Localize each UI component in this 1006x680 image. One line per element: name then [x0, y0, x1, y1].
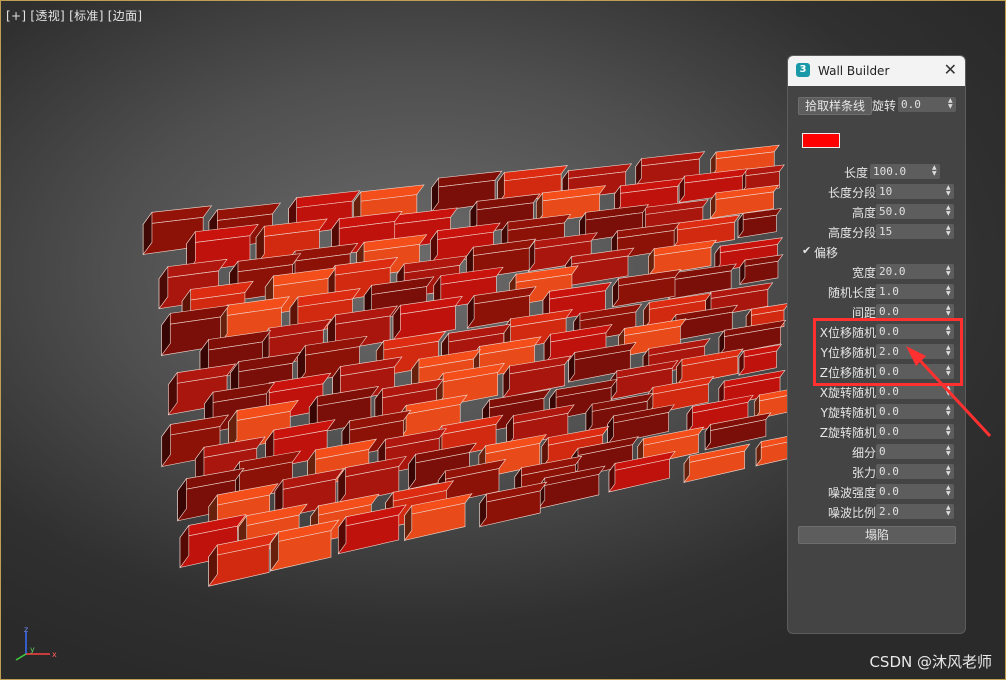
param-label: 细分 [851, 446, 876, 460]
spinner-arrows-icon[interactable]: ▲ ▼ [946, 445, 952, 457]
param-row: 长度 100.0 ▲ ▼ [788, 163, 967, 181]
panel-title: Wall Builder [818, 64, 890, 78]
param-row: 噪波比例 2.0 ▲ ▼ [788, 503, 967, 521]
watermark: CSDN @沐风老师 [869, 653, 992, 671]
param-row: 噪波强度 0.0 ▲ ▼ [788, 483, 967, 501]
rotate-value: 0.0 [901, 98, 921, 111]
param-value: 15 [879, 225, 893, 238]
param-value: 0.0 [879, 485, 899, 498]
param-spinner[interactable]: 50.0 ▲ ▼ [876, 204, 954, 219]
axis-gizmo-icon: z x y [15, 625, 57, 661]
param-row: 随机长度 1.0 ▲ ▼ [788, 283, 967, 301]
param-spinner[interactable]: 20.0 ▲ ▼ [876, 264, 954, 279]
spinner-arrows-icon[interactable]: ▲ ▼ [946, 505, 952, 517]
param-spinner[interactable]: 0.0 ▲ ▼ [876, 464, 954, 479]
spinner-arrows-icon[interactable]: ▲ ▼ [946, 385, 952, 397]
param-value: 100.0 [873, 165, 907, 178]
param-spinner[interactable]: 2.0 ▲ ▼ [876, 504, 954, 519]
spinner-arrows-icon[interactable]: ▲ ▼ [932, 165, 938, 177]
param-value: 0.0 [879, 465, 899, 478]
param-label: 高度分段 [827, 226, 876, 240]
highlight-box [813, 318, 963, 386]
param-value: 1.0 [879, 285, 899, 298]
param-spinner[interactable]: 0.0 ▲ ▼ [876, 304, 954, 319]
param-spinner[interactable]: 15 ▲ ▼ [876, 224, 954, 239]
param-label: 宽度 [851, 266, 876, 280]
color-swatch[interactable] [802, 133, 840, 148]
param-value: 10 [879, 185, 893, 198]
param-label: 噪波比例 [827, 506, 876, 520]
param-spinner[interactable]: 0.0 ▲ ▼ [876, 424, 954, 439]
param-row: Y旋转随机 0.0 ▲ ▼ [788, 403, 967, 421]
param-value: 2.0 [879, 505, 899, 518]
spinner-arrows-icon[interactable]: ▲ ▼ [946, 225, 952, 237]
param-label: 长度分段 [827, 186, 876, 200]
rotate-row: 旋转 0.0 ▲ ▼ [788, 96, 967, 114]
gizmo-z: z [24, 625, 28, 634]
param-label: 高度 [851, 206, 876, 220]
param-spinner[interactable]: 0.0 ▲ ▼ [876, 484, 954, 499]
param-row: 细分 0 ▲ ▼ [788, 443, 967, 461]
param-value: 50.0 [879, 205, 906, 218]
param-value: 0 [879, 445, 886, 458]
param-row: 长度分段 10 ▲ ▼ [788, 183, 967, 201]
param-value: 0.0 [879, 405, 899, 418]
param-label: 张力 [851, 466, 876, 480]
param-spinner[interactable]: 0 ▲ ▼ [876, 444, 954, 459]
param-label: Y旋转随机 [820, 406, 876, 420]
rotate-spinner[interactable]: 0.0 ▲ ▼ [898, 97, 956, 112]
gizmo-y: y [30, 645, 35, 654]
param-label: 长度 [843, 166, 868, 180]
param-spinner[interactable]: 10 ▲ ▼ [876, 184, 954, 199]
param-value: 0.0 [879, 385, 899, 398]
param-row: Z旋转随机 0.0 ▲ ▼ [788, 423, 967, 441]
param-value: 20.0 [879, 265, 906, 278]
param-row: 张力 0.0 ▲ ▼ [788, 463, 967, 481]
param-row: 高度 50.0 ▲ ▼ [788, 203, 967, 221]
app-logo-icon: 3 [796, 63, 810, 77]
param-label: X旋转随机 [819, 386, 876, 400]
spinner-arrows-icon[interactable]: ▲ ▼ [946, 465, 952, 477]
param-label: 随机长度 [827, 286, 876, 300]
param-value: 0.0 [879, 425, 899, 438]
offset-checkbox-row[interactable]: ✔ 偏移 [788, 243, 967, 261]
spinner-arrows-icon[interactable]: ▲ ▼ [946, 285, 952, 297]
spinner-arrows-icon[interactable]: ▲ ▼ [946, 405, 952, 417]
param-label: Z旋转随机 [819, 426, 876, 440]
param-row: 宽度 20.0 ▲ ▼ [788, 263, 967, 281]
spinner-arrows-icon[interactable]: ▲ ▼ [946, 425, 952, 437]
param-value: 0.0 [879, 305, 899, 318]
spinner-arrows-icon[interactable]: ▲ ▼ [946, 265, 952, 277]
rotate-label: 旋转 [872, 99, 897, 113]
spinner-arrows-icon[interactable]: ▲ ▼ [946, 485, 952, 497]
collapse-button[interactable]: 塌陷 [798, 526, 956, 544]
param-label: 噪波强度 [827, 486, 876, 500]
spinner-arrows-icon[interactable]: ▲ ▼ [946, 185, 952, 197]
spinner-arrows-icon[interactable]: ▲ ▼ [946, 205, 952, 217]
panel-titlebar[interactable]: 3 Wall Builder ✕ [788, 56, 965, 86]
param-spinner[interactable]: 0.0 ▲ ▼ [876, 384, 954, 399]
gizmo-x: x [52, 650, 57, 659]
offset-label: 偏移 [814, 246, 839, 260]
param-spinner[interactable]: 100.0 ▲ ▼ [870, 164, 940, 179]
param-spinner[interactable]: 1.0 ▲ ▼ [876, 284, 954, 299]
spinner-arrows-icon[interactable]: ▲ ▼ [946, 305, 952, 317]
offset-checkbox-icon[interactable]: ✔ [802, 244, 813, 257]
param-row: 高度分段 15 ▲ ▼ [788, 223, 967, 241]
param-spinner[interactable]: 0.0 ▲ ▼ [876, 404, 954, 419]
close-icon[interactable]: ✕ [944, 60, 957, 79]
spinner-arrows-icon[interactable]: ▲ ▼ [948, 98, 954, 110]
